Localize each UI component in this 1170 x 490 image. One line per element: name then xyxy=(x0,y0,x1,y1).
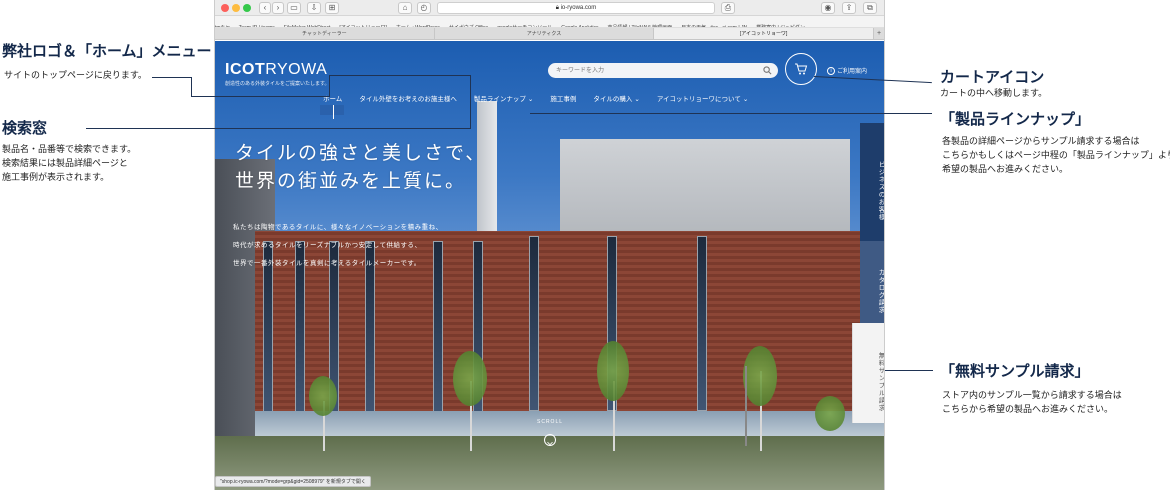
logo-subtitle: 創造性のある外装タイルをご提案いたします。 xyxy=(225,81,330,87)
tree xyxy=(815,396,845,431)
hero-heading-line: タイルの強さと美しさで、 xyxy=(235,142,487,164)
guide-label: ご利用案内 xyxy=(837,69,868,75)
annotation-text: 希望の製品へお進みください。 xyxy=(942,164,1069,174)
website-hero: ICOTRYOWA 創造性のある外装タイルをご提案いたします。 iご利用案内 ホ… xyxy=(215,41,884,490)
nav-lineup[interactable]: 製品ラインナップ ⌄ xyxy=(474,93,534,103)
new-tab-button[interactable]: + xyxy=(874,28,884,39)
extension-icon[interactable]: ◉ xyxy=(821,2,835,14)
connector-line xyxy=(470,76,471,129)
annotation-search-desc: 製品名・品番等で検索できます。 検索結果には製品詳細ページと 施工事例が表示され… xyxy=(2,142,136,184)
close-window-button[interactable] xyxy=(221,4,229,12)
tabs-overview-icon[interactable]: ⧉ xyxy=(863,2,877,14)
cart-button[interactable] xyxy=(785,53,817,85)
hero-body-line: 私たちは陶物であるタイルに、様々なイノベーションを積み重ね、 xyxy=(233,223,443,231)
scroll-down-icon[interactable] xyxy=(544,434,556,446)
annotation-text: こちらから希望の製品へお進みください。 xyxy=(942,404,1114,414)
annotation-text: 検索結果には製品詳細ページと xyxy=(2,158,128,168)
annotation-text: カートの中へ移動します。 xyxy=(940,88,1048,98)
nav-works[interactable]: 施工事例 xyxy=(550,93,576,103)
main-nav: ホーム タイル外壁をお考えのお施主様へ 製品ラインナップ ⌄ 施工事例 タイルの… xyxy=(323,93,765,103)
browser-window: ‹ › ▭ ⇩ ⊞ ⌂ ◴ 🔒︎ io-ryowa.com ⎙ ◉ ⇪ ⧉ tm… xyxy=(214,0,885,490)
connector-line xyxy=(885,370,933,371)
annotation-lineup-desc: 各製品の詳細ページからサンプル請求する場合は こちらかもしくはページ中程の「製品… xyxy=(942,134,1170,176)
tab-icot-ryowa[interactable]: [アイコットリョーワ] xyxy=(654,28,875,39)
nav-highlight xyxy=(320,105,344,115)
download-icon[interactable]: ⇩ xyxy=(307,2,321,14)
tree xyxy=(309,376,337,416)
bookmarks-bar: tm4i.jp Team IR | tcams FileMaker WebDirec… xyxy=(215,16,884,28)
site-logo[interactable]: ICOTRYOWA 創造性のある外装タイルをご提案いたします。 xyxy=(225,61,330,87)
annotation-logo-title: 弊社ロゴ＆「ホーム」メニュー xyxy=(2,43,212,60)
hero-body: 私たちは陶物であるタイルに、様々なイノベーションを積み重ね、 時代が求めるタイル… xyxy=(233,218,443,272)
nav-indicator xyxy=(333,105,334,119)
hero-body-line: 世界で一番外装タイルを真剣に考えるタイルメーカーです。 xyxy=(233,259,421,267)
status-link-tooltip: "shop.ic-ryowa.com/?mode=grp&gid=2508979… xyxy=(215,476,371,487)
browser-titlebar: ‹ › ▭ ⇩ ⊞ ⌂ ◴ 🔒︎ io-ryowa.com ⎙ ◉ ⇪ ⧉ xyxy=(215,0,884,16)
annotation-logo-desc: サイトのトップページに戻ります。 xyxy=(4,68,147,82)
connector-line xyxy=(191,96,329,97)
lamp-post xyxy=(745,366,747,446)
side-tab-sample[interactable]: 無料サンプル請求 xyxy=(852,323,884,423)
maximize-window-button[interactable] xyxy=(243,4,251,12)
annotation-text: 施工事例が表示されます。 xyxy=(2,172,110,182)
annotation-lineup-title: 「製品ラインナップ」 xyxy=(940,111,1091,128)
nav-purchase[interactable]: タイルの購入 ⌄ xyxy=(593,93,640,103)
scroll-label: SCROLL xyxy=(537,419,564,425)
annotation-sample-desc: ストア内のサンプル一覧から請求する場合は こちらから希望の製品へお進みください。 xyxy=(942,388,1122,416)
forward-arrow-icon[interactable]: › xyxy=(272,2,284,14)
connector-line xyxy=(530,113,932,114)
connector-line xyxy=(86,128,471,129)
annotation-search-title: 検索窓 xyxy=(2,120,48,137)
nav-home[interactable]: ホーム xyxy=(323,93,342,103)
building-right xyxy=(560,139,850,234)
annotation-cart-title: カートアイコン xyxy=(940,69,1045,86)
annotation-text: サイトのトップページに戻ります。 xyxy=(4,70,147,80)
history-icon[interactable]: ◴ xyxy=(417,2,431,14)
share-icon[interactable]: ⇪ xyxy=(842,2,856,14)
guide-link[interactable]: i ご利用案内 xyxy=(827,66,868,76)
connector-line xyxy=(329,75,471,76)
logo-text-bold: ICOT xyxy=(225,61,266,78)
tree xyxy=(743,346,777,406)
minimize-window-button[interactable] xyxy=(232,4,240,12)
window-strip xyxy=(697,236,707,411)
search-box[interactable] xyxy=(548,63,778,78)
annotation-text: 各製品の詳細ページからサンプル請求する場合は xyxy=(942,136,1140,146)
nav-owners[interactable]: タイル外壁をお考えのお施主様へ xyxy=(359,93,457,103)
sidebar-icon[interactable]: ▭ xyxy=(287,2,301,14)
search-input[interactable] xyxy=(556,65,756,76)
logo-text-light: RYOWA xyxy=(265,61,328,78)
url-text: io-ryowa.com xyxy=(560,5,597,11)
hero-heading: タイルの強さと美しさで、 世界の街並みを上質に。 xyxy=(235,139,486,195)
search-icon[interactable] xyxy=(763,66,772,75)
connector-line xyxy=(152,77,192,78)
grid-icon[interactable]: ⊞ xyxy=(325,2,339,14)
annotation-text: ストア内のサンプル一覧から請求する場合は xyxy=(942,390,1122,400)
connector-line xyxy=(329,75,330,97)
side-tab-business[interactable]: ビジネスのお客様 xyxy=(860,123,884,241)
info-icon: i xyxy=(827,67,835,76)
annotation-sample-title: 「無料サンプル請求」 xyxy=(940,363,1090,380)
nav-about[interactable]: アイコットリョーワについて ⌄ xyxy=(657,93,749,103)
tab-chat[interactable]: チャットディーラー xyxy=(215,28,435,39)
annotation-text: こちらかもしくはページ中程の「製品ラインナップ」より xyxy=(942,150,1170,160)
hero-body-line: 時代が求めるタイルをリーズナブルかつ安定して供給する、 xyxy=(233,241,422,249)
hero-heading-line: 世界の街並みを上質に。 xyxy=(235,170,467,192)
back-arrow-icon[interactable]: ‹ xyxy=(259,2,271,14)
tab-bar: チャットディーラー アナリティクス [アイコットリョーワ] + xyxy=(215,28,884,40)
annotation-cart-desc: カートの中へ移動します。 xyxy=(940,86,1047,100)
annotation-text: 製品名・品番等で検索できます。 xyxy=(2,144,137,154)
side-tab-catalog[interactable]: カタログ請求 xyxy=(860,241,884,323)
cart-icon xyxy=(795,63,808,75)
window-strip xyxy=(529,236,539,411)
tree xyxy=(597,341,629,401)
home-icon[interactable]: ⌂ xyxy=(398,2,412,14)
print-icon[interactable]: ⎙ xyxy=(721,2,735,14)
tree xyxy=(453,351,487,406)
tab-analytics[interactable]: アナリティクス xyxy=(435,28,655,39)
connector-line xyxy=(191,77,192,97)
url-bar[interactable]: 🔒︎ io-ryowa.com xyxy=(437,2,715,14)
